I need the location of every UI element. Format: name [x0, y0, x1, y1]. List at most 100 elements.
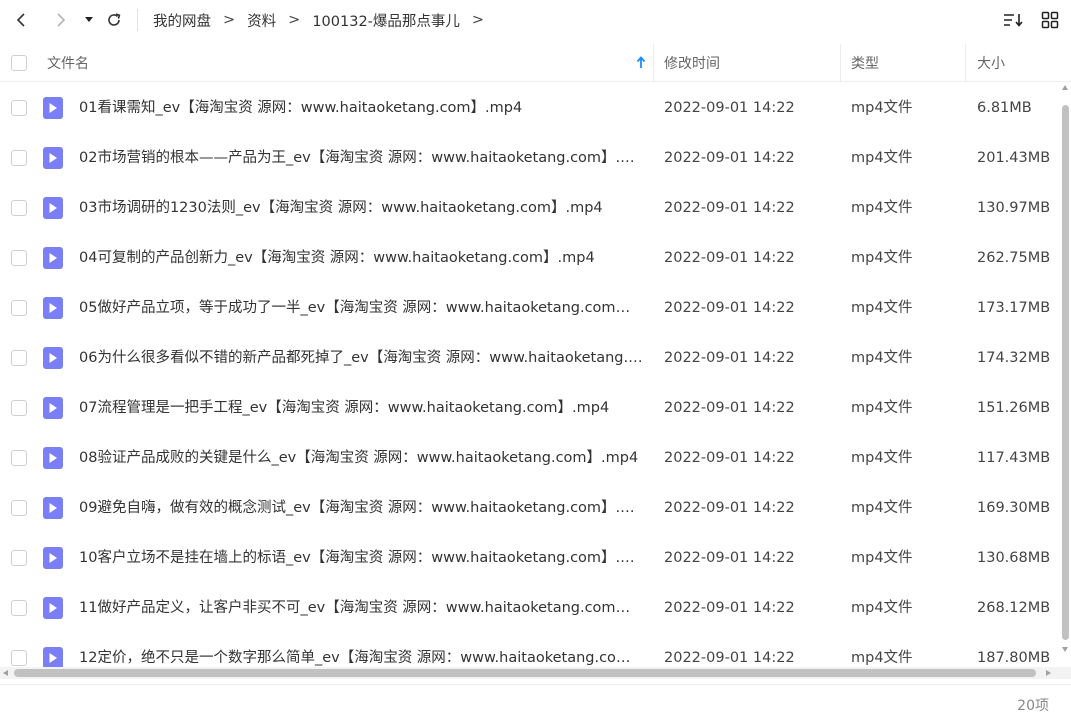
column-header-type-label: 类型: [851, 56, 879, 72]
column-header-name-label: 文件名: [47, 56, 89, 72]
scroll-up-icon[interactable]: [1062, 85, 1068, 90]
file-name[interactable]: 08验证产品成败的关键是什么_ev【海淘宝资 源网：www.haitaoketa…: [79, 433, 644, 483]
video-file-icon: [43, 447, 63, 469]
row-checkbox[interactable]: [11, 500, 27, 516]
file-modified-time: 2022-09-01 14:22: [664, 400, 795, 416]
file-row[interactable]: 08验证产品成败的关键是什么_ev【海淘宝资 源网：www.haitaoketa…: [0, 433, 1060, 483]
file-size: 6.81MB: [977, 100, 1032, 116]
scroll-left-icon[interactable]: [3, 670, 8, 676]
video-file-icon: [43, 197, 63, 219]
file-type: mp4文件: [851, 100, 913, 116]
scroll-right-icon[interactable]: [1046, 670, 1051, 676]
select-all-checkbox[interactable]: [11, 55, 27, 71]
horizontal-scroll-thumb[interactable]: [14, 669, 1036, 677]
sort-icon: [1004, 14, 1023, 27]
file-size: 169.30MB: [977, 500, 1051, 516]
file-type: mp4文件: [851, 600, 913, 616]
forward-button[interactable]: [49, 8, 73, 32]
file-row[interactable]: 03市场调研的1230法则_ev【海淘宝资 源网：www.haitaoketan…: [0, 183, 1060, 233]
file-row[interactable]: 07流程管理是一把手工程_ev【海淘宝资 源网：www.haitaoketang…: [0, 383, 1060, 433]
breadcrumb-item-root[interactable]: 我的网盘: [153, 10, 211, 31]
file-name[interactable]: 09避免自嗨，做有效的概念测试_ev【海淘宝资 源网：www.haitaoket…: [79, 483, 644, 533]
column-header-modified[interactable]: 修改时间: [664, 44, 840, 82]
file-size: 187.80MB: [977, 650, 1051, 666]
breadcrumb-item-current[interactable]: 100132-爆品那点事儿: [312, 10, 460, 31]
file-name[interactable]: 06为什么很多看似不错的新产品都死掉了_ev【海淘宝资 源网：www.haita…: [79, 333, 644, 383]
video-file-icon: [43, 147, 63, 169]
column-header-size[interactable]: 大小: [977, 44, 1057, 82]
file-modified-time: 2022-09-01 14:22: [664, 350, 795, 366]
file-type: mp4文件: [851, 250, 913, 266]
row-checkbox[interactable]: [11, 600, 27, 616]
history-dropdown-button[interactable]: [77, 8, 101, 32]
vertical-scrollbar[interactable]: [1060, 83, 1071, 667]
file-name[interactable]: 03市场调研的1230法则_ev【海淘宝资 源网：www.haitaoketan…: [79, 183, 644, 233]
file-row[interactable]: 10客户立场不是挂在墙上的标语_ev【海淘宝资 源网：www.haitaoket…: [0, 533, 1060, 583]
video-file-icon: [43, 547, 63, 569]
file-name[interactable]: 04可复制的产品创新力_ev【海淘宝资 源网：www.haitaoketang.…: [79, 233, 644, 283]
file-type: mp4文件: [851, 150, 913, 166]
file-name[interactable]: 02市场营销的根本——产品为王_ev【海淘宝资 源网：www.haitaoket…: [79, 133, 644, 183]
file-row[interactable]: 01看课需知_ev【海淘宝资 源网：www.haitaoketang.com】.…: [0, 83, 1060, 133]
grid-view-icon: [1041, 11, 1059, 29]
breadcrumb: 我的网盘 > 资料 > 100132-爆品那点事儿 >: [153, 0, 496, 40]
breadcrumb-separator: >: [471, 12, 485, 28]
column-header-size-label: 大小: [977, 56, 1005, 72]
file-row[interactable]: 05做好产品立项，等于成功了一半_ev【海淘宝资 源网：www.haitaoke…: [0, 283, 1060, 333]
sort-button[interactable]: [1003, 8, 1025, 32]
row-checkbox[interactable]: [11, 250, 27, 266]
file-name[interactable]: 12定价，绝不只是一个数字那么简单_ev【海淘宝资 源网：www.haitaok…: [79, 633, 644, 667]
video-file-icon: [43, 247, 63, 269]
file-modified-time: 2022-09-01 14:22: [664, 250, 795, 266]
toolbar: 我的网盘 > 资料 > 100132-爆品那点事儿 >: [0, 0, 1071, 40]
row-checkbox[interactable]: [11, 350, 27, 366]
row-checkbox[interactable]: [11, 300, 27, 316]
file-size: 174.32MB: [977, 350, 1051, 366]
file-row[interactable]: 04可复制的产品创新力_ev【海淘宝资 源网：www.haitaoketang.…: [0, 233, 1060, 283]
file-row[interactable]: 02市场营销的根本——产品为王_ev【海淘宝资 源网：www.haitaoket…: [0, 133, 1060, 183]
file-list: 01看课需知_ev【海淘宝资 源网：www.haitaoketang.com】.…: [0, 83, 1060, 667]
vertical-scroll-thumb[interactable]: [1062, 105, 1069, 640]
row-checkbox[interactable]: [11, 550, 27, 566]
row-checkbox[interactable]: [11, 200, 27, 216]
row-checkbox[interactable]: [11, 400, 27, 416]
file-row[interactable]: 09避免自嗨，做有效的概念测试_ev【海淘宝资 源网：www.haitaoket…: [0, 483, 1060, 533]
column-divider[interactable]: [840, 44, 841, 82]
file-row[interactable]: 12定价，绝不只是一个数字那么简单_ev【海淘宝资 源网：www.haitaok…: [0, 633, 1060, 667]
row-checkbox[interactable]: [11, 650, 27, 666]
file-size: 130.97MB: [977, 200, 1051, 216]
row-checkbox[interactable]: [11, 450, 27, 466]
column-divider[interactable]: [965, 44, 966, 82]
breadcrumb-separator: >: [223, 12, 236, 28]
column-divider[interactable]: [653, 44, 654, 82]
file-type: mp4文件: [851, 200, 913, 216]
toolbar-divider: [137, 9, 138, 31]
horizontal-scrollbar[interactable]: [0, 667, 1071, 679]
file-modified-time: 2022-09-01 14:22: [664, 450, 795, 466]
file-name[interactable]: 05做好产品立项，等于成功了一半_ev【海淘宝资 源网：www.haitaoke…: [79, 283, 644, 333]
file-row[interactable]: 06为什么很多看似不错的新产品都死掉了_ev【海淘宝资 源网：www.haita…: [0, 333, 1060, 383]
column-header-name[interactable]: 文件名: [47, 44, 652, 82]
file-modified-time: 2022-09-01 14:22: [664, 150, 795, 166]
file-name[interactable]: 11做好产品定义，让客户非买不可_ev【海淘宝资 源网：www.haitaoke…: [79, 583, 644, 633]
caret-down-icon: [85, 17, 93, 22]
file-name[interactable]: 01看课需知_ev【海淘宝资 源网：www.haitaoketang.com】.…: [79, 83, 644, 133]
file-name[interactable]: 07流程管理是一把手工程_ev【海淘宝资 源网：www.haitaoketang…: [79, 383, 644, 433]
row-checkbox[interactable]: [11, 150, 27, 166]
file-name[interactable]: 10客户立场不是挂在墙上的标语_ev【海淘宝资 源网：www.haitaoket…: [79, 533, 644, 583]
column-header-modified-label: 修改时间: [664, 56, 720, 72]
video-file-icon: [43, 497, 63, 519]
row-checkbox[interactable]: [11, 100, 27, 116]
scroll-down-icon[interactable]: [1062, 647, 1068, 652]
grid-view-button[interactable]: [1039, 8, 1061, 32]
file-size: 130.68MB: [977, 550, 1051, 566]
refresh-button[interactable]: [102, 8, 126, 32]
file-row[interactable]: 11做好产品定义，让客户非买不可_ev【海淘宝资 源网：www.haitaoke…: [0, 583, 1060, 633]
video-file-icon: [43, 97, 63, 119]
file-type: mp4文件: [851, 400, 913, 416]
breadcrumb-item-folder[interactable]: 资料: [247, 10, 276, 31]
back-button[interactable]: [9, 8, 33, 32]
video-file-icon: [43, 597, 63, 619]
column-header-type[interactable]: 类型: [851, 44, 964, 82]
file-modified-time: 2022-09-01 14:22: [664, 500, 795, 516]
